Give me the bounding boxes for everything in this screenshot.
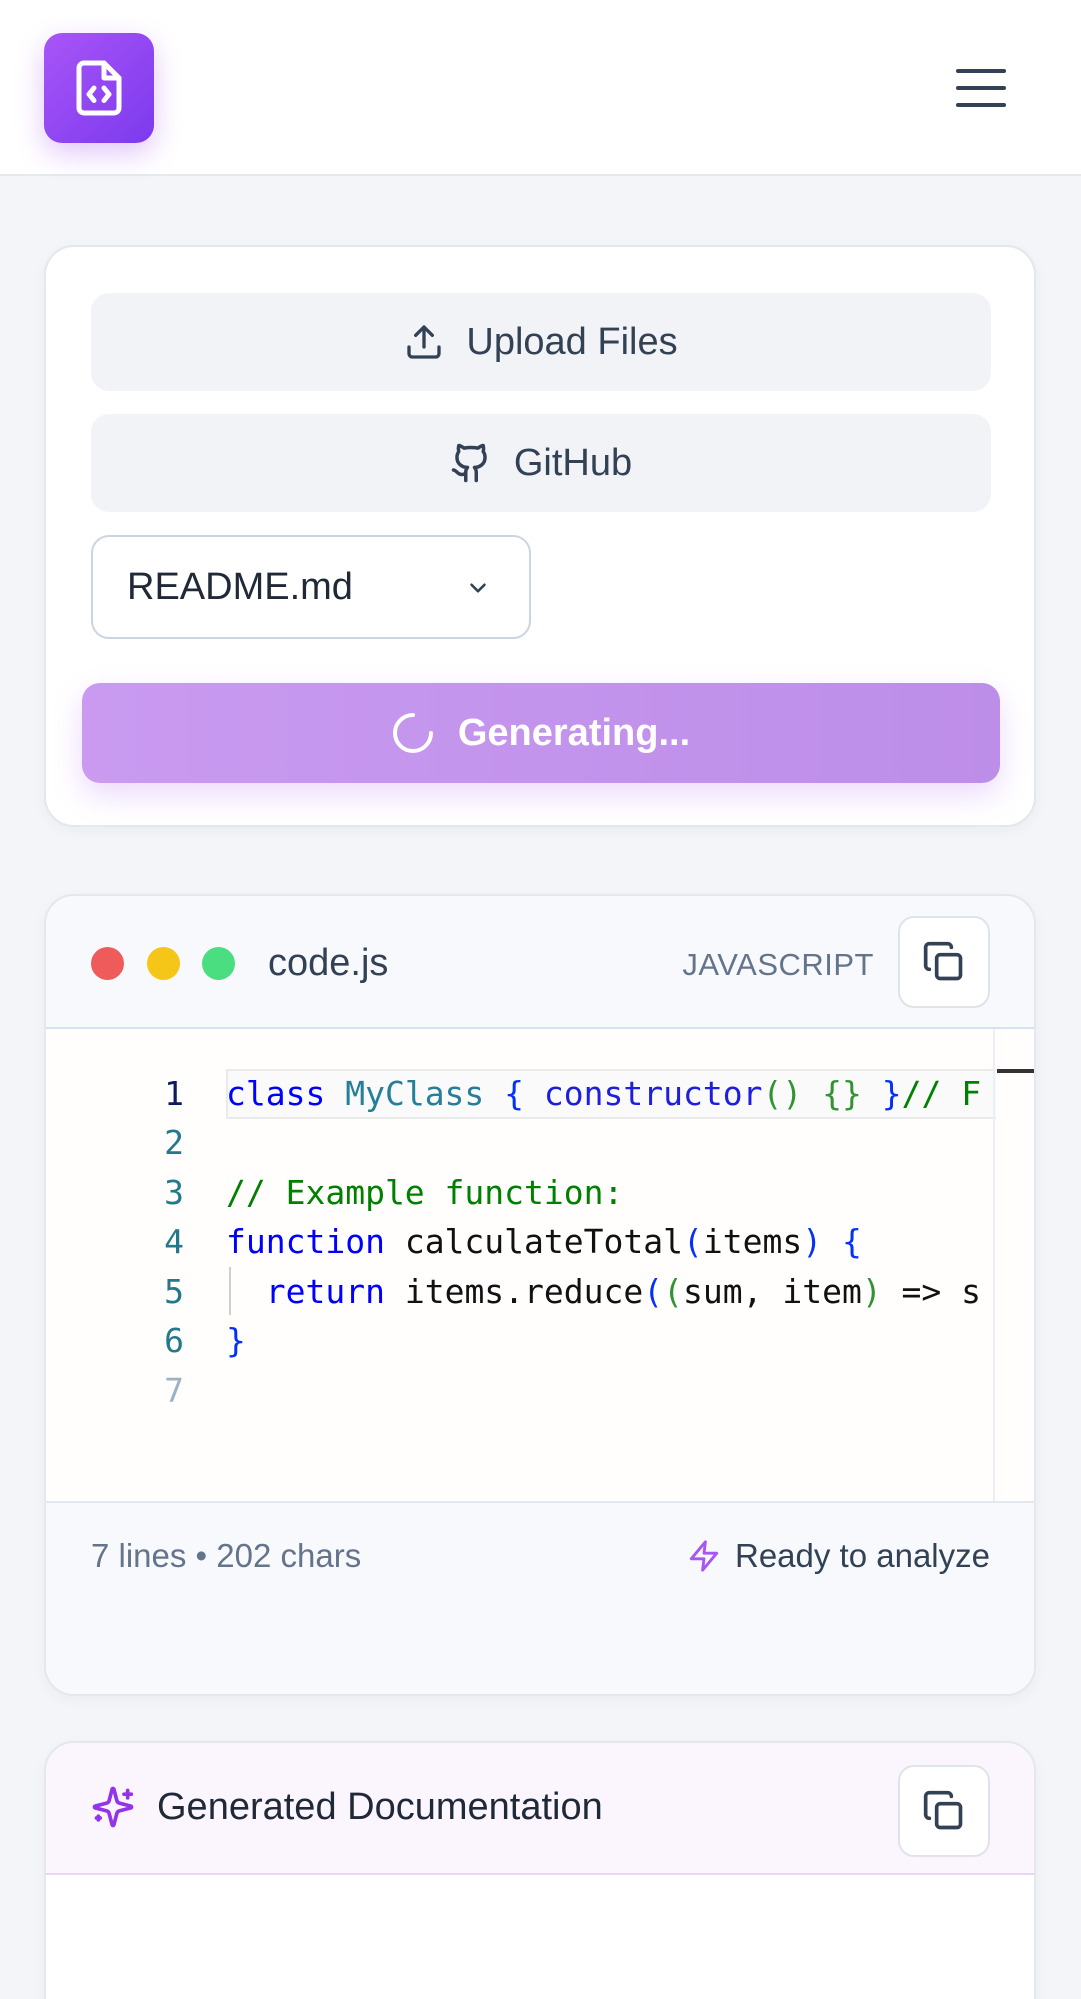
documentation-panel: Generated Documentation — [44, 1741, 1036, 1999]
analysis-status: Ready to analyze — [687, 1537, 990, 1575]
code-line: } — [226, 1321, 246, 1360]
app-logo[interactable] — [44, 33, 154, 143]
editor-scroll-gutter — [993, 1029, 995, 1501]
github-icon — [451, 443, 487, 483]
file-code-icon — [76, 60, 122, 116]
code-line: class MyClass { constructor() {} }// F — [226, 1074, 982, 1113]
analysis-status-label: Ready to analyze — [735, 1537, 990, 1574]
copy-icon — [923, 941, 963, 981]
code-editor-footer: 7 lines • 202 chars Ready to analyze — [46, 1501, 1034, 1694]
line-number: 6 — [164, 1321, 184, 1360]
line-number: 1 — [164, 1074, 184, 1113]
input-panel: Upload Files GitHub README.md Generating… — [44, 245, 1036, 827]
github-label: GitHub — [513, 441, 633, 484]
code-line: return items.reduce((sum, item) => s — [265, 1272, 982, 1311]
code-stats: 7 lines • 202 chars — [91, 1537, 362, 1574]
documentation-title-label: Generated Documentation — [157, 1785, 603, 1828]
line-number: 5 — [164, 1272, 184, 1311]
copy-icon — [923, 1790, 963, 1830]
line-number: 7 — [164, 1371, 184, 1410]
sparkles-icon — [92, 1786, 134, 1828]
loading-spinner-icon — [392, 713, 433, 753]
line-number: 3 — [164, 1173, 184, 1212]
copy-docs-button[interactable] — [898, 1765, 990, 1857]
line-number: 2 — [164, 1123, 184, 1162]
menu-button[interactable] — [946, 56, 1016, 120]
generate-button[interactable]: Generating... — [82, 683, 1000, 783]
code-line: // Example function: — [226, 1173, 624, 1212]
code-editor[interactable]: 1 2 3 4 5 6 7 class MyClass { constructo… — [46, 1029, 1034, 1501]
app-header — [0, 0, 1081, 176]
hamburger-menu-icon — [956, 69, 1006, 107]
file-select[interactable]: README.md — [91, 535, 531, 639]
copy-code-button[interactable] — [898, 916, 990, 1008]
chevron-down-icon — [470, 583, 486, 593]
upload-files-label: Upload Files — [466, 320, 678, 363]
window-dot-yellow — [147, 947, 180, 980]
code-filename: code.js — [268, 942, 389, 984]
code-line: function calculateTotal(items) { — [226, 1222, 862, 1261]
code-language-label: JAVASCRIPT — [682, 947, 874, 982]
upload-files-button[interactable]: Upload Files — [91, 293, 991, 391]
editor-scroll-marker[interactable] — [997, 1069, 1034, 1073]
lightning-icon — [689, 1540, 719, 1572]
window-dot-green — [202, 947, 235, 980]
code-editor-header: code.js JAVASCRIPT — [46, 896, 1034, 1029]
generate-label: Generating... — [457, 711, 691, 754]
documentation-title: Generated Documentation — [91, 1785, 603, 1829]
code-editor-panel: code.js JAVASCRIPT 1 2 3 4 5 6 7 class M… — [44, 894, 1036, 1696]
window-dot-red — [91, 947, 124, 980]
line-number: 4 — [164, 1222, 184, 1261]
upload-icon — [407, 325, 442, 359]
github-button[interactable]: GitHub — [91, 414, 991, 512]
documentation-header: Generated Documentation — [46, 1743, 1034, 1875]
file-select-value: README.md — [127, 565, 353, 608]
